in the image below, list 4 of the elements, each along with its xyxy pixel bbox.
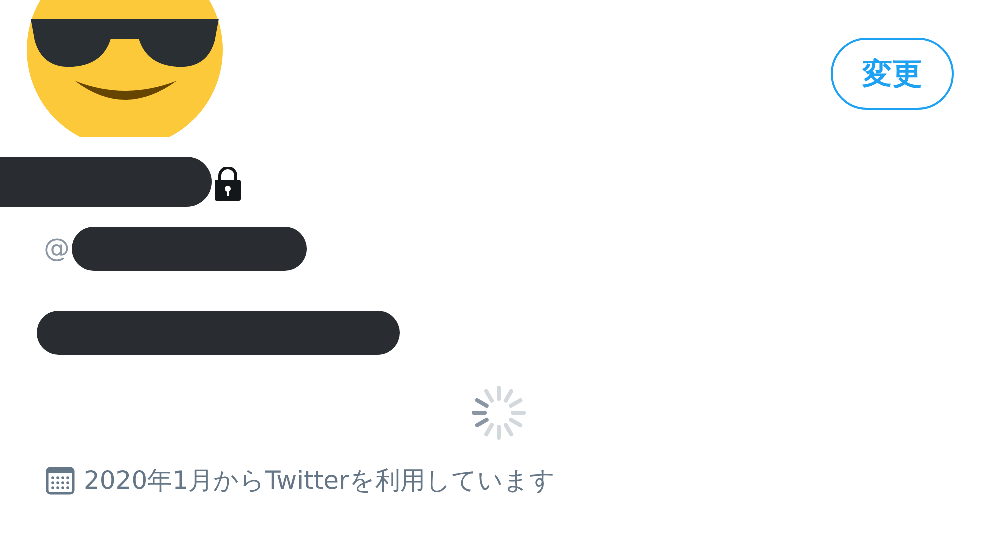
handle-prefix: @ [44, 234, 70, 264]
joined-date-text: 2020年1月からTwitterを利用しています [84, 465, 556, 497]
calendar-icon [46, 466, 75, 494]
edit-button[interactable]: 変更 [831, 38, 954, 110]
